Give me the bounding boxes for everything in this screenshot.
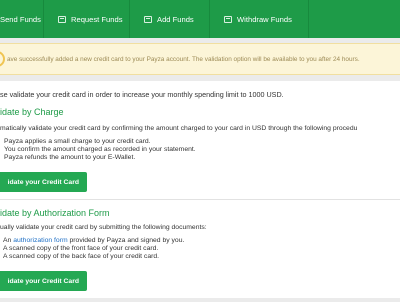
info-circle-icon [0, 51, 5, 67]
authorization-section-title: idate by Authorization Form [0, 208, 110, 218]
validate-authorization-button[interactable]: idate your Credit Card [0, 271, 87, 291]
authorization-form-link[interactable]: authorization form [13, 237, 67, 244]
request-funds-icon [58, 15, 66, 23]
add-funds-icon [144, 15, 152, 23]
nav-withdraw-funds[interactable]: Withdraw Funds [210, 0, 309, 38]
list-item: A scanned copy of the back face of your … [3, 253, 160, 261]
list-item: Payza applies a small charge to your cre… [4, 138, 151, 145]
notice-banner: ave successfully added a new credit card… [0, 43, 400, 75]
bottom-gap [0, 298, 400, 302]
nav-send-funds[interactable]: Send Funds [0, 0, 44, 38]
authorization-section-description: ually validate your credit card by submi… [0, 224, 207, 231]
list-item: A scanned copy of the front face of your… [3, 245, 159, 253]
step-suffix: provided by Payza and signed by you. [69, 237, 185, 244]
list-item: An authorization form provided by Payza … [3, 237, 184, 245]
list-item: Payza refunds the amount to your E-Walle… [4, 154, 136, 162]
nav-extra [309, 0, 400, 38]
nav-withdraw-funds-label: Withdraw Funds [237, 14, 292, 24]
step-prefix: An [3, 237, 12, 244]
charge-section-title: idate by Charge [0, 107, 64, 117]
nav-request-funds[interactable]: Request Funds [44, 0, 130, 38]
authorization-steps-list: An authorization form provided by Payza … [3, 237, 184, 262]
nav-send-funds-label: Send Funds [0, 14, 41, 24]
validate-charge-button[interactable]: idate your Credit Card [0, 172, 87, 192]
notice-message: ave successfully added a new credit card… [7, 55, 360, 63]
withdraw-funds-icon [224, 15, 232, 23]
section-divider [0, 199, 400, 200]
nav-request-funds-label: Request Funds [71, 14, 123, 24]
list-item: You confirm the amount charged as record… [4, 146, 196, 154]
charge-steps-list: Payza applies a small charge to your cre… [4, 138, 196, 163]
top-navigation: Send Funds Request Funds Add Funds Withd… [0, 0, 400, 38]
intro-text: se validate your credit card in order to… [0, 90, 284, 99]
validation-panel: se validate your credit card in order to… [0, 81, 400, 298]
nav-add-funds[interactable]: Add Funds [130, 0, 210, 38]
charge-section-description: matically validate your credit card by c… [0, 125, 358, 132]
nav-add-funds-label: Add Funds [157, 14, 194, 24]
